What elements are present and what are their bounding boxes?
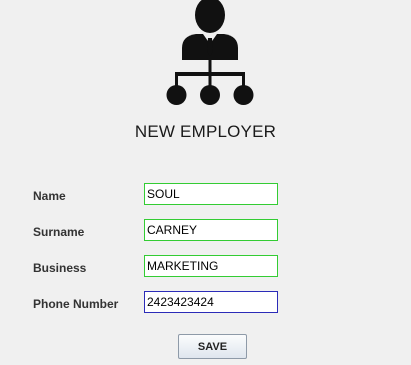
name-label: Name <box>33 189 66 203</box>
surname-field[interactable] <box>144 219 278 241</box>
page-title: NEW EMPLOYER <box>134 122 277 141</box>
name-field[interactable] <box>144 183 278 205</box>
phone-number-label: Phone Number <box>33 297 119 311</box>
save-button[interactable]: SAVE <box>178 334 247 359</box>
phone-number-field[interactable] <box>144 291 278 313</box>
business-label: Business <box>33 261 87 275</box>
employee-hierarchy-icon <box>166 0 254 105</box>
business-field[interactable] <box>144 255 278 277</box>
surname-label: Surname <box>33 225 85 239</box>
